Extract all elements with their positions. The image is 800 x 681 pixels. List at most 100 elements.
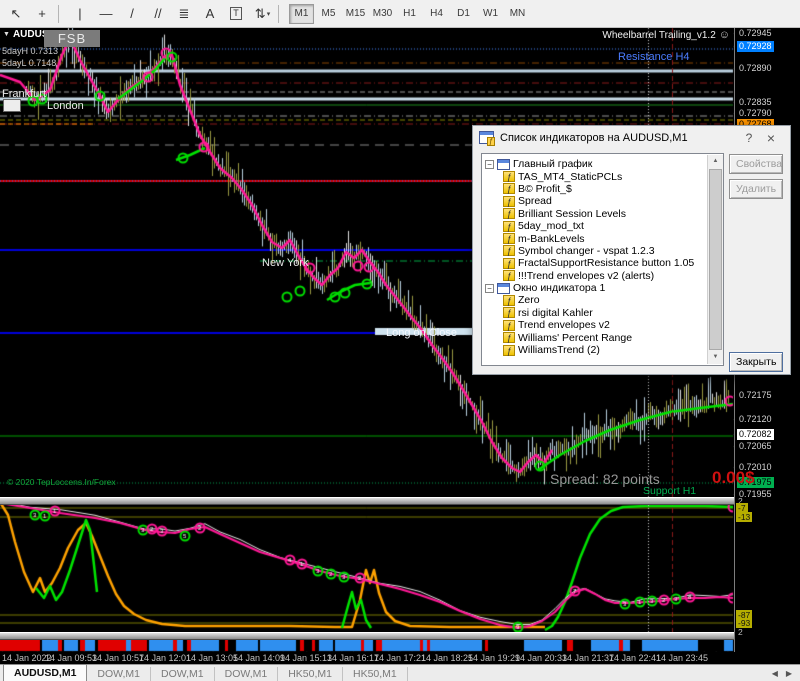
tool-separator[interactable] [58, 5, 64, 23]
indicator-item[interactable]: TAS_MT4_StaticPCLs [482, 170, 723, 182]
close-dialog-button[interactable]: Закрыть [729, 352, 783, 372]
pane-separator[interactable] [0, 632, 734, 640]
fx-icon [503, 258, 515, 269]
time-label: 14 Jan 18:25 [421, 653, 473, 663]
close-icon[interactable]: × [760, 130, 782, 146]
indicator-item[interactable]: WilliamsTrend (2) [482, 344, 723, 356]
chart-tabs: AUDUSD,M1DOW,M1DOW,M1DOW,M1HK50,M1HK50,M… [0, 665, 408, 681]
fx-icon [503, 345, 515, 356]
session-box[interactable] [3, 99, 21, 112]
fx-icon [503, 245, 515, 256]
indicator-item[interactable]: 5day_mod_txt [482, 220, 723, 232]
chevron-down-icon[interactable]: ▼ [3, 31, 10, 38]
copyright-label: © 2020 TepLoccens.In/Forex [7, 477, 116, 487]
tool-label[interactable]: T [224, 3, 249, 25]
fx-icon [503, 233, 515, 244]
tool-crosshair[interactable]: + [30, 3, 55, 25]
timeframe-M5[interactable]: M5 [316, 4, 341, 24]
indicator-item[interactable]: FractalSupportResistance button 1.05 [482, 257, 723, 269]
tool-vertical-line[interactable]: | [68, 3, 93, 25]
price-label: 0.72835 [737, 97, 774, 108]
collapse-icon[interactable] [485, 284, 494, 293]
tab-scroll-left-icon[interactable]: ◀ [772, 669, 778, 678]
tool-horizontal-line[interactable]: — [94, 3, 119, 25]
indicator-item[interactable]: m-BankLevels [482, 232, 723, 244]
indicator-item[interactable]: Zero [482, 294, 723, 306]
tool-separator[interactable] [278, 5, 284, 23]
properties-button[interactable]: Свойства [729, 154, 783, 174]
time-label: 14 Jan 09:53 [45, 653, 97, 663]
price-label: 0.72790 [737, 108, 774, 119]
indicator-list: Главный график TAS_MT4_StaticPCLs B© Pro… [481, 153, 724, 366]
timeframe-H4[interactable]: H4 [424, 4, 449, 24]
timeframe-M30[interactable]: M30 [370, 4, 395, 24]
indicator-item[interactable]: B© Profit_$ [482, 183, 723, 195]
dialog-titlebar[interactable]: Список индикаторов на AUDUSD,M1 ? × [473, 126, 790, 149]
scroll-up-icon[interactable]: ▲ [713, 155, 719, 168]
tab-HK50,M1[interactable]: HK50,M1 [278, 667, 343, 681]
price-label: 0.72928 [737, 41, 774, 52]
delete-button[interactable]: Удалить [729, 179, 783, 199]
collapse-icon[interactable] [485, 160, 494, 169]
tab-AUDUSD,M1[interactable]: AUDUSD,M1 [3, 664, 87, 681]
fx-icon [503, 196, 515, 207]
smiley-icon[interactable]: ☺ [719, 29, 730, 41]
scrollbar-thumb[interactable] [709, 169, 722, 350]
help-button[interactable]: ? [738, 131, 760, 145]
timeframe-W1[interactable]: W1 [478, 4, 503, 24]
tab-DOW,M1[interactable]: DOW,M1 [215, 667, 279, 681]
fx-icon [503, 208, 515, 219]
indicator-item[interactable]: Williams' Percent Range [482, 331, 723, 343]
timeframe-M1[interactable]: M1 [289, 4, 314, 24]
tool-text[interactable]: A [198, 3, 223, 25]
indicator-item[interactable]: Главный график [482, 158, 723, 170]
tab-scroll-right-icon[interactable]: ▶ [786, 669, 792, 678]
timeframe-D1[interactable]: D1 [451, 4, 476, 24]
time-label: 14 Jan 10:57 [92, 653, 144, 663]
indicator-item[interactable]: Окно индикатора 1 [482, 282, 723, 294]
timeframe-buttons: M1M5M15M30H1H4D1W1MN [288, 0, 531, 27]
timeframe-H1[interactable]: H1 [397, 4, 422, 24]
fx-icon [503, 332, 515, 343]
indicator-item[interactable]: Spread [482, 195, 723, 207]
wheelbarrel-label: Wheelbarrel Trailing_v1.2☺ [602, 29, 730, 41]
indicator-item[interactable]: Symbol changer - vspat 1.2.3 [482, 245, 723, 257]
scroll-down-icon[interactable]: ▼ [713, 351, 719, 364]
mt4-window: 0.729450.729280.728900.728350.727900.727… [0, 0, 800, 681]
toolbar: ↖+|—///≣AT⇅▾ M1M5M15M30H1H4D1W1MN [0, 0, 800, 28]
five-day-low-label: 5dayL 0.7148 [2, 58, 56, 68]
chart-tab-bar: AUDUSD,M1DOW,M1DOW,M1DOW,M1HK50,M1HK50,M… [0, 664, 800, 681]
time-label: 14 Jan 15:13 [280, 653, 332, 663]
time-label: 14 Jan 12:01 [139, 653, 191, 663]
time-label: 14 Jan 17:21 [374, 653, 426, 663]
time-label: 14 Jan 23:45 [656, 653, 708, 663]
tool-equidistant-channel[interactable]: // [146, 3, 171, 25]
timeframe-MN[interactable]: MN [505, 4, 530, 24]
level-label: 2 [736, 627, 745, 637]
price-label: 0.72175 [737, 390, 774, 401]
tool-trendline[interactable]: / [120, 3, 145, 25]
tab-HK50,M1[interactable]: HK50,M1 [343, 667, 408, 681]
indicators-dialog: Список индикаторов на AUDUSD,M1 ? × Глав… [472, 125, 791, 375]
time-label: 14 Jan 21:37 [562, 653, 614, 663]
fsb-button[interactable]: FSB [44, 30, 100, 47]
tab-DOW,M1[interactable]: DOW,M1 [87, 667, 151, 681]
indicator-item[interactable]: Trend envelopes v2 [482, 319, 723, 331]
list-scrollbar[interactable]: ▲ ▼ [707, 155, 723, 364]
fx-icon [503, 307, 515, 318]
time-label: 14 Jan 20:33 [515, 653, 567, 663]
indicator-item[interactable]: Brilliant Session Levels [482, 208, 723, 220]
time-label: 14 Jan 14:09 [233, 653, 285, 663]
time-label: 14 Jan 16:17 [327, 653, 379, 663]
tool-fibonacci[interactable]: ≣ [172, 3, 197, 25]
fx-icon [503, 171, 515, 182]
timeframe-M15[interactable]: M15 [343, 4, 368, 24]
indicator-item[interactable]: !!!Trend envelopes v2 (alerts) [482, 270, 723, 282]
tool-arrows[interactable]: ⇅▾ [250, 3, 275, 25]
tool-cursor[interactable]: ↖ [4, 3, 29, 25]
tab-DOW,M1[interactable]: DOW,M1 [151, 667, 215, 681]
pane-separator[interactable] [0, 497, 734, 505]
indicator-item[interactable]: rsi digital Kahler [482, 307, 723, 319]
time-label: 14 Jan 22:41 [609, 653, 661, 663]
dialog-title: Список индикаторов на AUDUSD,M1 [500, 132, 738, 144]
